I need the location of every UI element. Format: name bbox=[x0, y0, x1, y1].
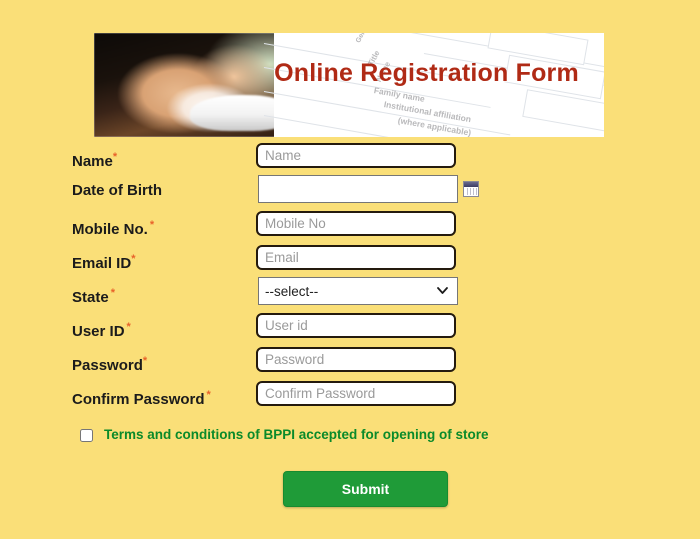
required-asterisk: * bbox=[110, 287, 115, 299]
label-mobile-no: Mobile No. * bbox=[72, 219, 155, 238]
label-password: Password* bbox=[72, 355, 148, 374]
registration-form: Name* Date of Birth Mobile No.* Email ID… bbox=[0, 140, 700, 412]
terms-row: Terms and conditions of BPPI accepted fo… bbox=[0, 426, 700, 450]
form-row-name: Name* bbox=[0, 140, 700, 174]
label-email-id: Email ID* bbox=[72, 253, 136, 272]
confirm-password-input[interactable] bbox=[256, 381, 456, 406]
submit-button[interactable]: Submit bbox=[283, 471, 448, 507]
calendar-icon[interactable] bbox=[463, 181, 479, 197]
calendar-icon-header bbox=[464, 182, 478, 187]
form-row-mobile-no: Mobile No. * bbox=[0, 208, 700, 242]
required-asterisk: * bbox=[126, 321, 131, 333]
email-id-input[interactable] bbox=[256, 245, 456, 270]
label-user-id: User ID * bbox=[72, 321, 131, 340]
form-row-date-of-birth: Date of Birth bbox=[0, 174, 700, 208]
paper-word-gender: Gender bbox=[355, 33, 373, 44]
calendar-icon-grid bbox=[465, 188, 477, 195]
mobile-no-input[interactable] bbox=[256, 211, 456, 236]
form-row-state: State * --select-- bbox=[0, 276, 700, 310]
terms-checkbox[interactable] bbox=[80, 429, 93, 442]
label-confirm-password: Confirm Password * bbox=[72, 389, 211, 408]
label-state: State * bbox=[72, 287, 115, 306]
required-asterisk: * bbox=[112, 151, 118, 163]
form-row-user-id: User ID * bbox=[0, 310, 700, 344]
form-row-confirm-password: Confirm Password * bbox=[0, 378, 700, 412]
terms-label: Terms and conditions of BPPI accepted fo… bbox=[104, 427, 489, 442]
required-asterisk: * bbox=[142, 355, 148, 367]
registration-banner: Gender Title Name Family name Institutio… bbox=[94, 33, 604, 137]
label-date-of-birth: Date of Birth bbox=[72, 182, 162, 199]
required-asterisk: * bbox=[149, 219, 155, 231]
state-select[interactable]: --select-- bbox=[258, 277, 458, 305]
password-input[interactable] bbox=[256, 347, 456, 372]
form-row-email-id: Email ID* bbox=[0, 242, 700, 276]
user-id-input[interactable] bbox=[256, 313, 456, 338]
required-asterisk: * bbox=[206, 389, 211, 401]
label-name: Name* bbox=[72, 151, 118, 170]
form-row-password: Password* bbox=[0, 344, 700, 378]
name-input[interactable] bbox=[256, 143, 456, 168]
date-of-birth-input[interactable] bbox=[258, 175, 458, 203]
required-asterisk: * bbox=[131, 253, 136, 265]
banner-title: Online Registration Form bbox=[274, 59, 579, 87]
